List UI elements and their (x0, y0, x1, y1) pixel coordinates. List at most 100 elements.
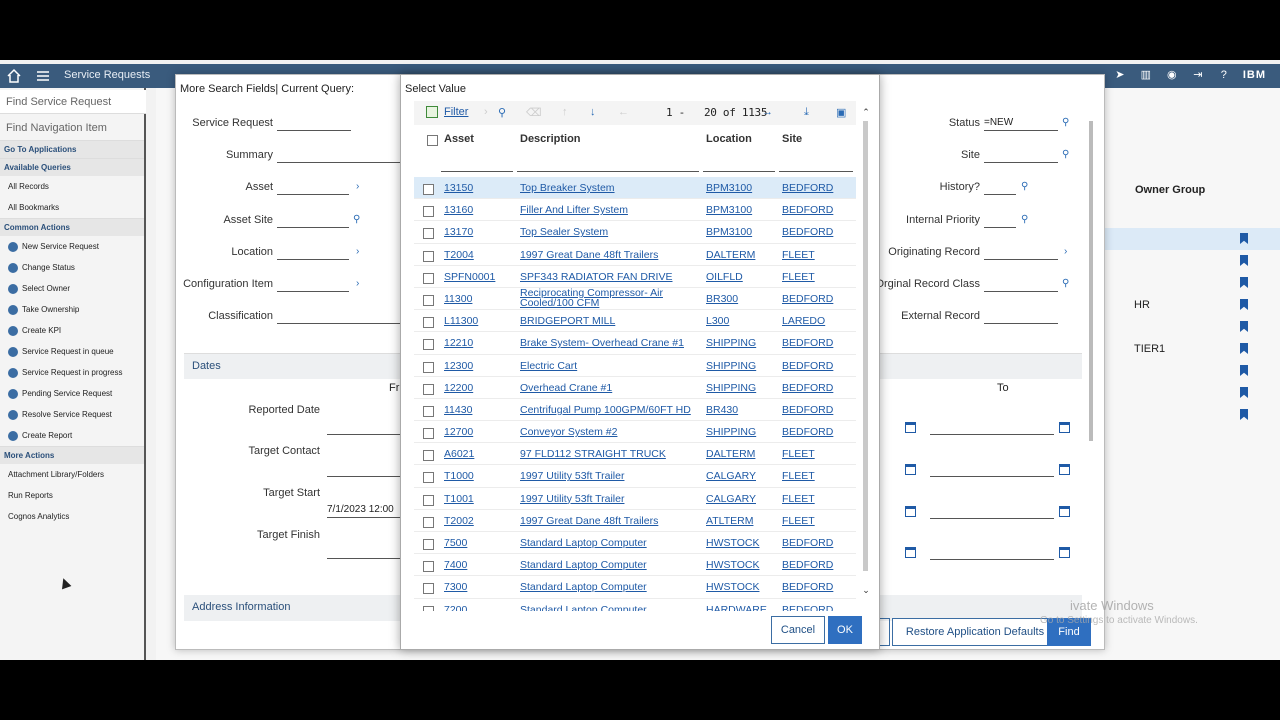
site-link[interactable]: BEDFORD (782, 426, 833, 438)
row-checkbox[interactable] (423, 516, 434, 528)
site-filter-input[interactable] (779, 171, 853, 172)
query-all-records[interactable]: All Records (0, 176, 144, 197)
site-link[interactable]: LAREDO (782, 315, 825, 327)
description-link[interactable]: Reciprocating Compressor- Air Cooled/100… (520, 288, 692, 309)
search-icon[interactable]: ⚲ (1062, 117, 1072, 128)
download-icon[interactable]: ⤓ (804, 106, 809, 119)
settings-icon[interactable]: ▣ (836, 106, 846, 119)
asset-filter-input[interactable] (441, 171, 513, 172)
target-finish-to-field[interactable] (930, 546, 1054, 560)
location-link[interactable]: OILFLD (706, 271, 743, 283)
action-create-kpi[interactable]: Create KPI (0, 320, 144, 341)
location-link[interactable]: BR300 (706, 293, 738, 305)
search-icon[interactable]: ⚲ (498, 106, 506, 119)
search-icon[interactable]: ⚲ (1021, 214, 1031, 225)
site-link[interactable]: FLEET (782, 515, 815, 527)
asset-link[interactable]: 12200 (444, 382, 473, 394)
table-row[interactable]: 12200 Overhead Crane #1 SHIPPING BEDFORD (414, 377, 856, 399)
site-link[interactable]: FLEET (782, 493, 815, 505)
action-sr-in-queue[interactable]: Service Request in queue (0, 341, 144, 362)
originating-record-field[interactable] (984, 246, 1058, 260)
summary-field[interactable] (277, 149, 401, 163)
find-navigation-input[interactable]: Find Navigation Item (0, 118, 146, 140)
location-link[interactable]: SHIPPING (706, 426, 756, 438)
row-checkbox[interactable] (423, 539, 434, 550)
user-icon[interactable]: ◉ (1165, 68, 1179, 82)
search-fields-scrollbar[interactable] (1086, 105, 1096, 595)
description-link[interactable]: Standard Laptop Computer (520, 559, 647, 571)
column-header-description[interactable]: Description (520, 133, 581, 145)
location-link[interactable]: HWSTOCK (706, 559, 759, 571)
asset-link[interactable]: SPFN0001 (444, 271, 495, 283)
row-checkbox[interactable] (423, 383, 434, 395)
restore-defaults-button[interactable]: Restore Application Defaults (892, 618, 1058, 646)
find-service-request-input[interactable]: Find Service Request (0, 90, 146, 114)
location-field[interactable] (277, 246, 349, 260)
external-record-field[interactable] (984, 310, 1058, 324)
description-link[interactable]: Conveyor System #2 (520, 426, 617, 438)
row-checkbox[interactable] (423, 361, 434, 373)
table-row[interactable]: 13170 Top Sealer System BPM3100 BEDFORD (414, 221, 856, 244)
action-select-owner[interactable]: Select Owner (0, 278, 144, 299)
search-icon[interactable]: ⚲ (1062, 278, 1072, 289)
location-link[interactable]: CALGARY (706, 493, 756, 505)
asset-link[interactable]: 13170 (444, 226, 473, 238)
query-all-bookmarks[interactable]: All Bookmarks (0, 197, 144, 218)
asset-link[interactable]: T2002 (444, 515, 474, 527)
calendar-icon[interactable] (905, 422, 916, 433)
description-link[interactable]: 1997 Utility 53ft Trailer (520, 493, 624, 505)
table-row[interactable]: 12700 Conveyor System #2 SHIPPING BEDFORD (414, 421, 856, 444)
table-row[interactable]: 13160 Filler And Lifter System BPM3100 BEDF… (414, 199, 856, 222)
search-icon[interactable]: ⚲ (353, 214, 363, 225)
location-link[interactable]: HARDWARE (706, 604, 767, 611)
target-finish-from-field[interactable] (327, 545, 401, 559)
asset-link[interactable]: 13160 (444, 204, 473, 216)
table-row[interactable]: 7300 Standard Laptop Computer HWSTOCK BEDFO… (414, 576, 856, 599)
location-link[interactable]: L300 (706, 315, 729, 327)
location-filter-input[interactable] (703, 171, 775, 172)
select-all-checkbox[interactable] (427, 135, 438, 146)
row-checkbox[interactable] (423, 494, 434, 506)
action-cognos-analytics[interactable]: Cognos Analytics (0, 506, 144, 527)
site-link[interactable]: FLEET (782, 249, 815, 261)
asset-link[interactable]: 7400 (444, 559, 467, 571)
classification-field[interactable] (277, 310, 401, 324)
original-record-class-field[interactable] (984, 278, 1058, 292)
description-filter-input[interactable] (517, 171, 699, 172)
description-link[interactable]: SPF343 RADIATOR FAN DRIVE (520, 271, 673, 283)
description-link[interactable]: 1997 Great Dane 48ft Trailers (520, 249, 658, 261)
site-link[interactable]: FLEET (782, 448, 815, 460)
site-link[interactable]: BEDFORD (782, 382, 833, 394)
table-row[interactable]: 11300 Reciprocating Compressor- Air Coole… (414, 288, 856, 311)
asset-link[interactable]: 11430 (444, 404, 472, 416)
row-checkbox[interactable] (423, 472, 434, 484)
description-link[interactable]: Brake System- Overhead Crane #1 (520, 337, 684, 349)
status-field[interactable]: =NEW (984, 117, 1058, 131)
action-take-ownership[interactable]: Take Ownership (0, 299, 144, 320)
row-checkbox[interactable] (423, 206, 434, 218)
calendar-icon[interactable] (905, 506, 916, 517)
asset-site-field[interactable] (277, 214, 349, 228)
asset-field[interactable] (277, 181, 349, 195)
asset-link[interactable]: T1001 (444, 493, 474, 505)
action-attachment-library[interactable]: Attachment Library/Folders (0, 464, 144, 485)
site-link[interactable]: BEDFORD (782, 404, 833, 416)
table-row[interactable]: T2004 1997 Great Dane 48ft Trailers DALTER… (414, 244, 856, 266)
table-row[interactable]: 12210 Brake System- Overhead Crane #1 SHIP… (414, 332, 856, 355)
row-checkbox[interactable] (423, 561, 434, 573)
location-link[interactable]: SHIPPING (706, 382, 756, 394)
location-link[interactable]: HWSTOCK (706, 581, 759, 593)
table-row[interactable]: 11430 Centrifugal Pump 100GPM/60FT HD BR43… (414, 399, 856, 422)
location-link[interactable]: DALTERM (706, 249, 755, 261)
target-contact-from-field[interactable] (327, 463, 401, 477)
table-row[interactable]: 12300 Electric Cart SHIPPING BEDFORD (414, 355, 856, 377)
scrollbar-thumb[interactable] (1089, 121, 1093, 441)
send-icon[interactable]: ➤ (1113, 68, 1127, 82)
target-start-to-field[interactable] (930, 505, 1054, 519)
configuration-item-field[interactable] (277, 278, 349, 292)
asset-link[interactable]: T1000 (444, 470, 474, 482)
chevron-right-icon[interactable]: › (356, 181, 366, 192)
asset-link[interactable]: 13150 (444, 182, 473, 194)
asset-link[interactable]: 12300 (444, 360, 473, 372)
action-change-status[interactable]: Change Status (0, 257, 144, 278)
